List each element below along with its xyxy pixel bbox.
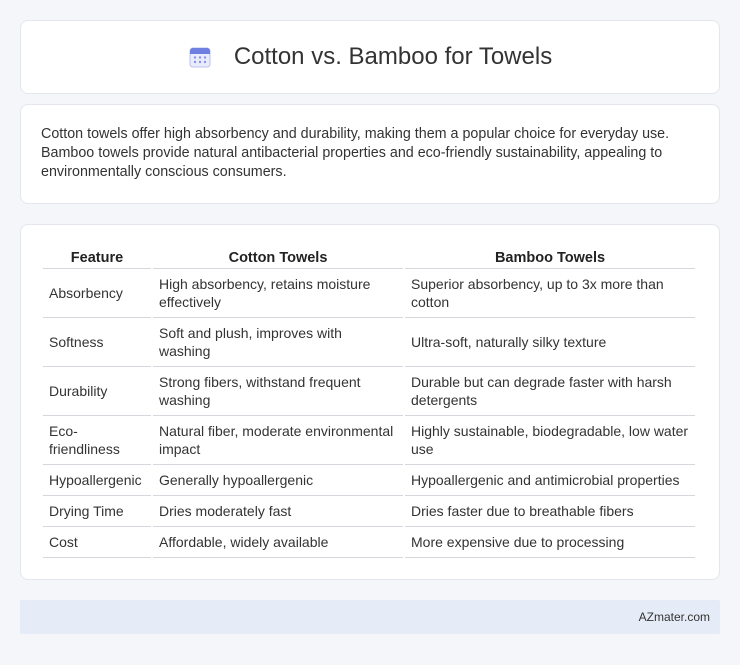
cotton-cell: Soft and plush, improves with washing (153, 318, 403, 367)
feature-cell: Softness (43, 318, 151, 367)
cotton-cell: Strong fibers, withstand frequent washin… (153, 367, 403, 416)
table-row: Drying Time Dries moderately fast Dries … (43, 496, 695, 527)
table-row: Eco-friendliness Natural fiber, moderate… (43, 416, 695, 465)
footer-site-link[interactable]: AZmater.com (639, 610, 710, 624)
bamboo-cell: Hypoallergenic and antimicrobial propert… (405, 465, 695, 496)
bamboo-cell: Dries faster due to breathable fibers (405, 496, 695, 527)
header-card: Cotton vs. Bamboo for Towels (20, 20, 720, 94)
feature-cell: Absorbency (43, 269, 151, 318)
table-row: Cost Affordable, widely available More e… (43, 527, 695, 558)
footer: AZmater.com (20, 600, 720, 634)
feature-cell: Durability (43, 367, 151, 416)
calendar-icon (188, 45, 212, 69)
cotton-cell: Dries moderately fast (153, 496, 403, 527)
comparison-card: Feature Cotton Towels Bamboo Towels Abso… (20, 224, 720, 580)
header-bamboo: Bamboo Towels (405, 245, 695, 269)
feature-cell: Cost (43, 527, 151, 558)
cotton-cell: Natural fiber, moderate environmental im… (153, 416, 403, 465)
table-row: Softness Soft and plush, improves with w… (43, 318, 695, 367)
bamboo-cell: Ultra-soft, naturally silky texture (405, 318, 695, 367)
table-row: Absorbency High absorbency, retains mois… (43, 269, 695, 318)
table-header-row: Feature Cotton Towels Bamboo Towels (43, 245, 695, 269)
bamboo-cell: More expensive due to processing (405, 527, 695, 558)
comparison-table: Feature Cotton Towels Bamboo Towels Abso… (41, 245, 697, 558)
intro-card: Cotton towels offer high absorbency and … (20, 104, 720, 204)
cotton-cell: Affordable, widely available (153, 527, 403, 558)
cotton-cell: Generally hypoallergenic (153, 465, 403, 496)
feature-cell: Hypoallergenic (43, 465, 151, 496)
header-feature: Feature (43, 245, 151, 269)
feature-cell: Drying Time (43, 496, 151, 527)
bamboo-cell: Superior absorbency, up to 3x more than … (405, 269, 695, 318)
bamboo-cell: Durable but can degrade faster with hars… (405, 367, 695, 416)
bamboo-cell: Highly sustainable, biodegradable, low w… (405, 416, 695, 465)
page-title: Cotton vs. Bamboo for Towels (233, 43, 553, 70)
intro-text: Cotton towels offer high absorbency and … (41, 126, 670, 180)
cotton-cell: High absorbency, retains moisture effect… (153, 269, 403, 318)
table-row: Hypoallergenic Generally hypoallergenic … (43, 465, 695, 496)
title-wrap: Cotton vs. Bamboo for Towels (188, 43, 552, 71)
feature-cell: Eco-friendliness (43, 416, 151, 465)
header-cotton: Cotton Towels (153, 245, 403, 269)
table-row: Durability Strong fibers, withstand freq… (43, 367, 695, 416)
